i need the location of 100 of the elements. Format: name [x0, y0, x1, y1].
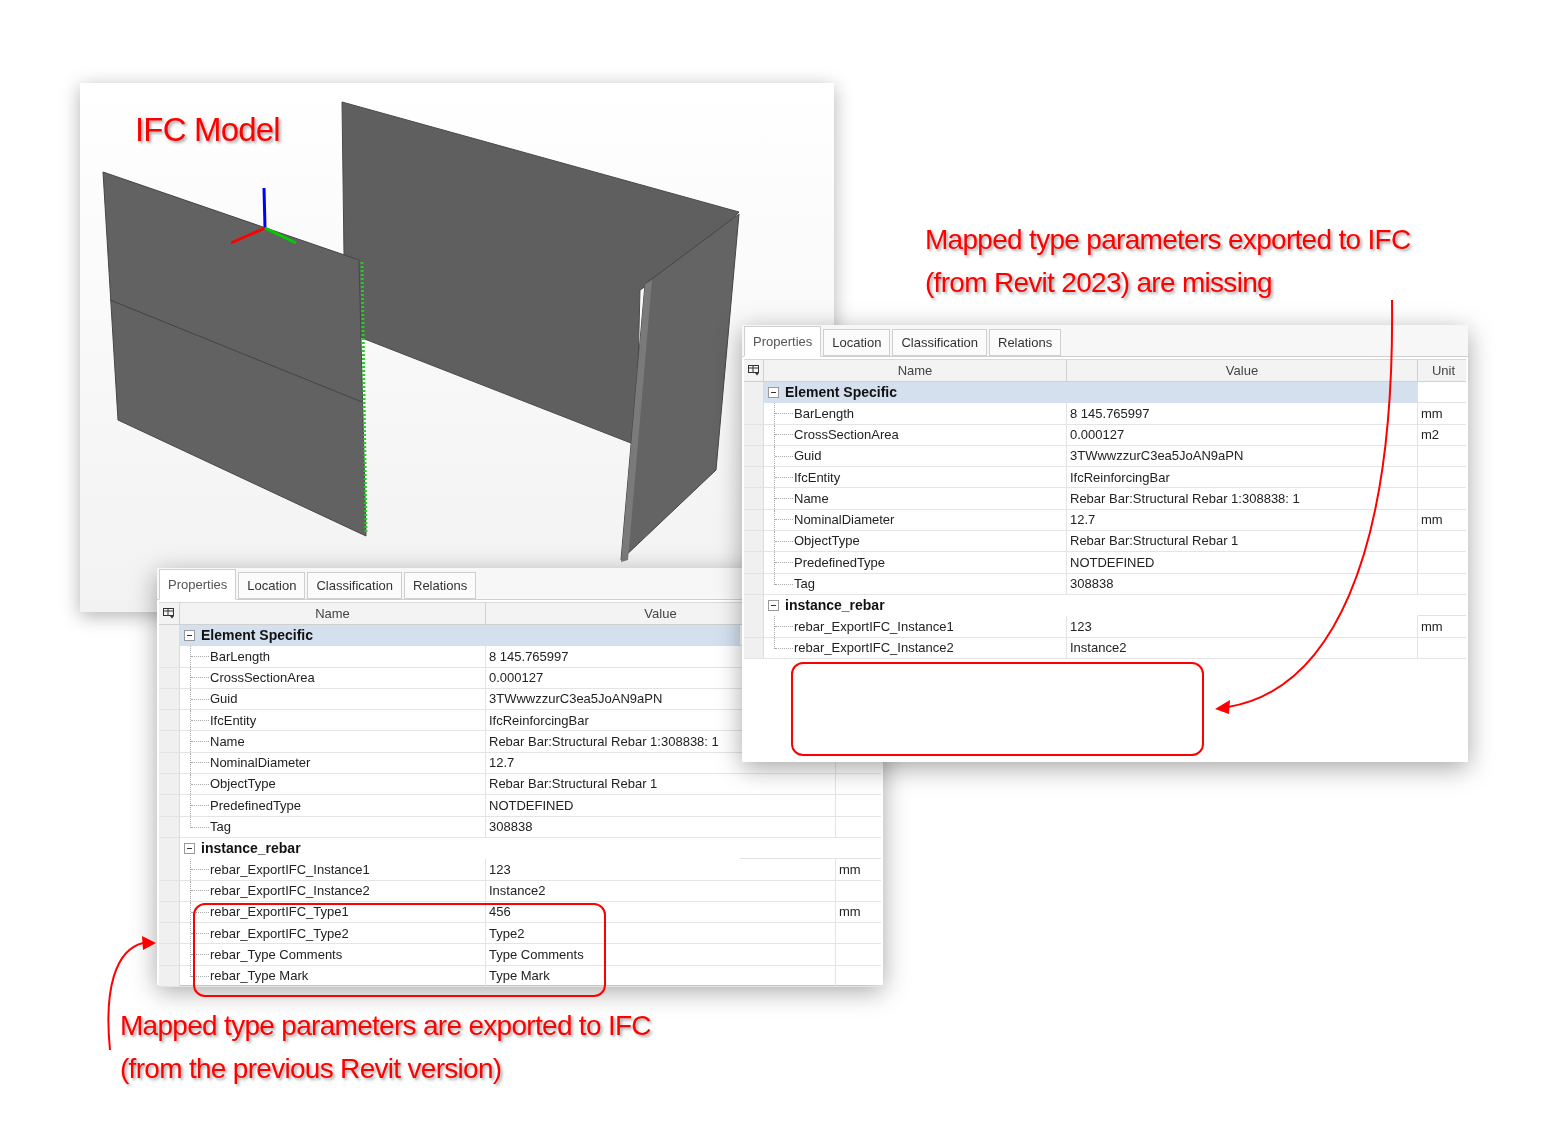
group-header[interactable]: Element Specific [180, 625, 740, 646]
table-cell-text: NominalDiameter [794, 511, 895, 530]
row-header[interactable] [159, 752, 180, 774]
row-header[interactable] [159, 688, 180, 710]
table-cell-text: IfcReinforcingBar [489, 711, 589, 730]
table-cell-text: rebar_Type Mark [210, 967, 309, 986]
row-header[interactable] [744, 403, 764, 424]
row-header[interactable] [159, 880, 180, 901]
table-cell-text: rebar_ExportIFC_Instance2 [210, 881, 370, 900]
column-chooser-icon[interactable] [747, 365, 760, 376]
group-header[interactable]: Element Specific [764, 382, 1418, 403]
table-cell-text: IfcEntity [794, 468, 841, 487]
column-header[interactable]: Value [644, 603, 677, 624]
tab[interactable]: Properties [744, 326, 822, 357]
table-cell-text: rebar_ExportIFC_Instance1 [210, 860, 370, 879]
row-header[interactable] [744, 509, 764, 531]
table-cell-text: BarLength [794, 404, 854, 423]
row-header[interactable] [744, 467, 764, 488]
tab[interactable]: Relations [989, 329, 1062, 356]
row-header[interactable] [159, 731, 180, 752]
table-cell-text: 123 [1070, 617, 1092, 636]
table-cell-text: NOTDEFINED [489, 796, 574, 815]
tab[interactable]: Classification [307, 572, 402, 599]
table-cell-text: 3TWwwzzurC3ea5JoAN9aPN [1070, 447, 1244, 466]
row-header[interactable] [159, 816, 180, 837]
table-cell-text: rebar_ExportIFC_Instance1 [794, 617, 954, 636]
table-cell-text: Type Mark [489, 967, 550, 986]
table-cell-text: Tag [210, 818, 231, 837]
table-cell-text: ObjectType [210, 775, 276, 794]
row-header[interactable] [159, 944, 180, 965]
collapse-icon[interactable] [184, 630, 195, 641]
model-title: IFC Model [135, 110, 280, 150]
table-cell-text: rebar_Type Comments [210, 945, 343, 964]
table-cell-text: 8 145.765997 [489, 647, 569, 666]
row-header[interactable] [159, 859, 180, 880]
table-cell-text: Tag [794, 575, 815, 594]
table-cell-text: CrossSectionArea [210, 669, 315, 687]
table-cell-text: Rebar Bar:Structural Rebar 1 [489, 775, 658, 794]
tab[interactable]: Classification [892, 329, 987, 356]
table-cell-text: Rebar Bar:Structural Rebar 1:308838: 1 [489, 732, 719, 751]
annotation-text: Mapped type parameters are exported to IFC [120, 1009, 651, 1043]
row-header[interactable] [159, 795, 180, 816]
table-cell-text: Rebar Bar:Structural Rebar 1:308838: 1 [1070, 489, 1300, 508]
group-title: Element Specific [201, 626, 314, 645]
table-cell-text: Instance2 [489, 881, 546, 900]
row-header[interactable] [744, 573, 764, 594]
table-cell-text: rebar_ExportIFC_Instance2 [794, 638, 954, 657]
row-header[interactable] [744, 445, 764, 467]
table-cell-text: mm [839, 903, 861, 922]
tab[interactable]: Properties [159, 569, 237, 600]
row-header[interactable] [159, 710, 180, 731]
row-header[interactable] [159, 923, 180, 944]
row-header[interactable] [159, 965, 180, 987]
tab[interactable]: Location [238, 572, 306, 599]
table-cell-text: Guid [794, 447, 822, 466]
row-header[interactable] [159, 667, 180, 688]
row-header[interactable] [744, 637, 764, 658]
table-cell-text: m2 [1421, 426, 1440, 444]
row-header[interactable] [159, 774, 180, 795]
row-header[interactable] [744, 616, 764, 637]
table-cell-text: IfcEntity [210, 711, 257, 730]
column-header[interactable]: Value [1225, 360, 1259, 381]
row-header[interactable] [159, 901, 180, 923]
column-header[interactable]: Name [897, 360, 933, 381]
collapse-icon[interactable] [184, 842, 195, 854]
table-cell-text: Guid [210, 690, 238, 709]
table-cell-text: 8 145.765997 [1070, 404, 1150, 423]
table-cell-text: rebar_ExportIFC_Type2 [210, 924, 349, 943]
table-cell-text: 0.000127 [1070, 426, 1125, 444]
table-cell-text: IfcReinforcingBar [1070, 468, 1170, 487]
table-cell-text: NOTDEFINED [1070, 553, 1155, 572]
table-cell-text: 12.7 [489, 754, 515, 773]
table-cell-text: PredefinedType [210, 796, 302, 815]
group-title: instance_rebar [201, 838, 301, 858]
table-cell-text: mm [1421, 511, 1443, 530]
table-cell-text: Instance2 [1070, 638, 1127, 657]
table-cell-text: BarLength [210, 647, 270, 666]
annotation-text: (from the previous Revit version) [120, 1052, 503, 1086]
collapse-icon[interactable] [768, 387, 779, 398]
row-header[interactable] [744, 531, 764, 552]
table-cell-text: Type Comments [489, 945, 584, 964]
table-cell-text: ObjectType [794, 532, 860, 551]
table-cell-text: rebar_ExportIFC_Type1 [210, 903, 349, 922]
table-cell-text: 456 [489, 903, 511, 922]
table-cell-text: mm [839, 860, 861, 879]
table-cell-text: mm [1421, 617, 1443, 636]
table-cell-text: Name [794, 489, 829, 508]
tab[interactable]: Relations [404, 572, 477, 599]
table-cell-text: 308838 [1070, 575, 1114, 594]
column-header[interactable]: Unit [1431, 360, 1456, 381]
column-chooser-icon[interactable] [163, 608, 175, 619]
tab[interactable]: Location [823, 329, 891, 356]
column-header[interactable]: Name [315, 603, 350, 624]
row-header[interactable] [744, 424, 764, 445]
row-header[interactable] [159, 646, 180, 667]
group-title: Element Specific [785, 383, 898, 402]
row-header[interactable] [744, 488, 764, 509]
collapse-icon[interactable] [768, 599, 779, 611]
table-cell-text: CrossSectionArea [794, 426, 899, 444]
row-header[interactable] [744, 552, 764, 573]
